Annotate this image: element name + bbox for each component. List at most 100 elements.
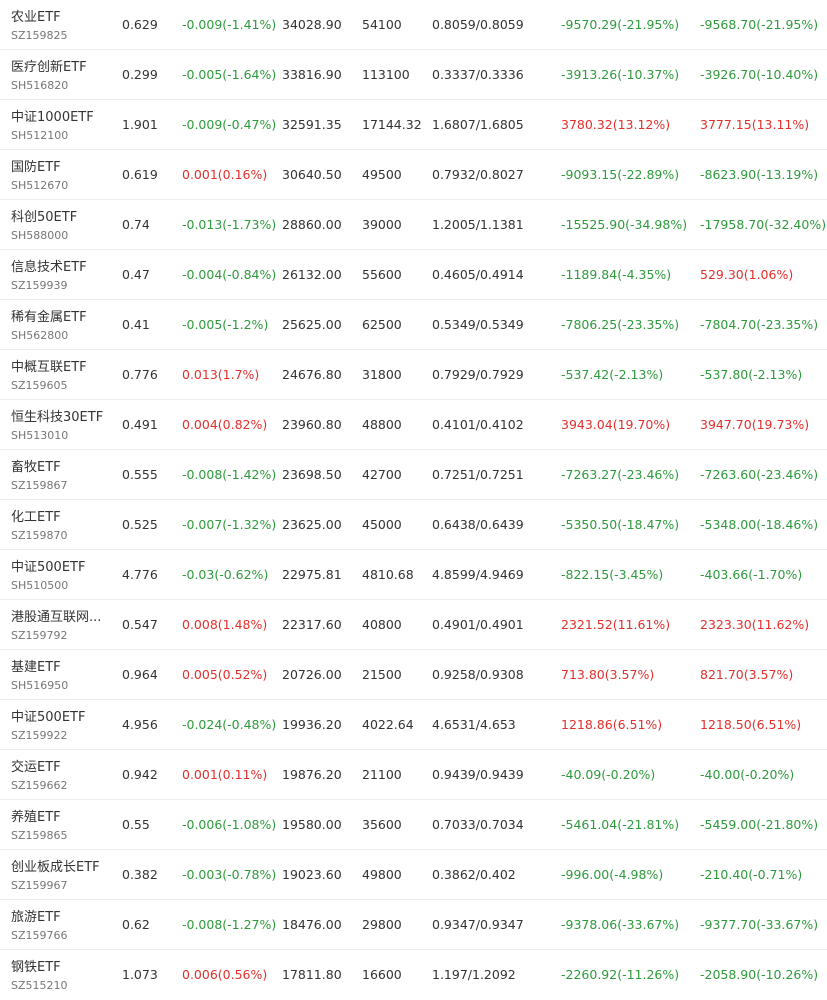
- fund-name[interactable]: 国防ETF: [11, 156, 61, 175]
- table-row[interactable]: 中概互联ETF SZ159605 0.776 0.013(1.7%) 24676.80 3…: [0, 350, 827, 400]
- fund-name-cell[interactable]: 中证500ETF SH510500: [11, 550, 111, 599]
- table-row[interactable]: 信息技术ETF SZ159939 0.47 -0.004(-0.84%) 26132.0…: [0, 250, 827, 300]
- price-cell: 0.942: [122, 767, 158, 782]
- market-value-cell: 19580.00: [282, 817, 342, 832]
- cost-cell: 0.9439/0.9439: [432, 767, 524, 782]
- table-row[interactable]: 交运ETF SZ159662 0.942 0.001(0.11%) 19876.20 21…: [0, 750, 827, 800]
- quantity-cell: 113100: [362, 67, 410, 82]
- fund-code: SH513010: [11, 429, 69, 442]
- cost-cell: 0.3862/0.402: [432, 867, 516, 882]
- table-row[interactable]: 基建ETF SH516950 0.964 0.005(0.52%) 20726.00 21…: [0, 650, 827, 700]
- fund-name-cell[interactable]: 中证500ETF SZ159922: [11, 700, 111, 749]
- table-row[interactable]: 创业板成长ETF SZ159967 0.382 -0.003(-0.78%) 19023…: [0, 850, 827, 900]
- fund-name[interactable]: 科创50ETF: [11, 206, 77, 225]
- fund-name[interactable]: 信息技术ETF: [11, 256, 87, 275]
- quantity-cell: 42700: [362, 467, 402, 482]
- table-row[interactable]: 畜牧ETF SZ159867 0.555 -0.008(-1.42%) 23698.50…: [0, 450, 827, 500]
- table-row[interactable]: 科创50ETF SH588000 0.74 -0.013(-1.73%) 28860.0…: [0, 200, 827, 250]
- fund-name[interactable]: 基建ETF: [11, 656, 61, 675]
- change-cell: 0.001(0.16%): [182, 167, 268, 182]
- fund-name-cell[interactable]: 医疗创新ETF SH516820: [11, 50, 111, 99]
- quantity-cell: 4022.64: [362, 717, 414, 732]
- fund-name[interactable]: 恒生科技30ETF: [11, 406, 103, 425]
- fund-name-cell[interactable]: 旅游ETF SZ159766: [11, 900, 111, 949]
- profit-loss-alt-cell: -3926.70(-10.40%): [700, 67, 819, 82]
- table-row[interactable]: 中证1000ETF SH512100 1.901 -0.009(-0.47%) 3259…: [0, 100, 827, 150]
- fund-name[interactable]: 创业板成长ETF: [11, 856, 100, 875]
- profit-loss-alt-cell: 821.70(3.57%): [700, 667, 794, 682]
- fund-name-cell[interactable]: 创业板成长ETF SZ159967: [11, 850, 111, 899]
- fund-name[interactable]: 港股通互联网...: [11, 606, 101, 625]
- fund-code: SH562800: [11, 329, 69, 342]
- price-cell: 0.74: [122, 217, 150, 232]
- fund-name[interactable]: 交运ETF: [11, 756, 61, 775]
- change-cell: -0.03(-0.62%): [182, 567, 269, 582]
- fund-code: SZ159867: [11, 479, 68, 492]
- profit-loss-cell: -5461.04(-21.81%): [561, 817, 680, 832]
- fund-name-cell[interactable]: 科创50ETF SH588000: [11, 200, 111, 249]
- price-cell: 0.776: [122, 367, 158, 382]
- quantity-cell: 39000: [362, 217, 402, 232]
- fund-name[interactable]: 中证500ETF: [11, 556, 85, 575]
- fund-name-cell[interactable]: 农业ETF SZ159825: [11, 0, 111, 49]
- market-value-cell: 22317.60: [282, 617, 342, 632]
- fund-name-cell[interactable]: 基建ETF SH516950: [11, 650, 111, 699]
- price-cell: 0.619: [122, 167, 158, 182]
- change-cell: -0.008(-1.42%): [182, 467, 277, 482]
- fund-code: SZ515210: [11, 979, 68, 992]
- cost-cell: 0.4605/0.4914: [432, 267, 524, 282]
- table-row[interactable]: 中证500ETF SH510500 4.776 -0.03(-0.62%) 22975.…: [0, 550, 827, 600]
- profit-loss-cell: -822.15(-3.45%): [561, 567, 664, 582]
- fund-name-cell[interactable]: 国防ETF SH512670: [11, 150, 111, 199]
- fund-name[interactable]: 农业ETF: [11, 6, 61, 25]
- table-row[interactable]: 国防ETF SH512670 0.619 0.001(0.16%) 30640.50 49…: [0, 150, 827, 200]
- quantity-cell: 21100: [362, 767, 402, 782]
- table-row[interactable]: 医疗创新ETF SH516820 0.299 -0.005(-1.64%) 33816.…: [0, 50, 827, 100]
- change-cell: -0.005(-1.64%): [182, 67, 277, 82]
- price-cell: 0.55: [122, 817, 150, 832]
- table-row[interactable]: 化工ETF SZ159870 0.525 -0.007(-1.32%) 23625.00…: [0, 500, 827, 550]
- profit-loss-alt-cell: 529.30(1.06%): [700, 267, 794, 282]
- fund-name-cell[interactable]: 养殖ETF SZ159865: [11, 800, 111, 849]
- fund-name[interactable]: 中概互联ETF: [11, 356, 87, 375]
- fund-name[interactable]: 旅游ETF: [11, 906, 61, 925]
- market-value-cell: 24676.80: [282, 367, 342, 382]
- fund-name[interactable]: 化工ETF: [11, 506, 61, 525]
- table-row[interactable]: 旅游ETF SZ159766 0.62 -0.008(-1.27%) 18476.00 2…: [0, 900, 827, 950]
- fund-name-cell[interactable]: 恒生科技30ETF SH513010: [11, 400, 111, 449]
- fund-name-cell[interactable]: 化工ETF SZ159870: [11, 500, 111, 549]
- fund-name[interactable]: 医疗创新ETF: [11, 56, 87, 75]
- fund-code: SH516950: [11, 679, 69, 692]
- profit-loss-cell: 1218.86(6.51%): [561, 717, 663, 732]
- fund-name[interactable]: 稀有金属ETF: [11, 306, 87, 325]
- fund-name-cell[interactable]: 交运ETF SZ159662: [11, 750, 111, 799]
- table-row[interactable]: 港股通互联网... SZ159792 0.547 0.008(1.48%) 22317.…: [0, 600, 827, 650]
- fund-name[interactable]: 养殖ETF: [11, 806, 61, 825]
- cost-cell: 0.3337/0.3336: [432, 67, 524, 82]
- profit-loss-alt-cell: -210.40(-0.71%): [700, 867, 803, 882]
- fund-name-cell[interactable]: 信息技术ETF SZ159939: [11, 250, 111, 299]
- fund-code: SH512100: [11, 129, 69, 142]
- profit-loss-cell: -996.00(-4.98%): [561, 867, 664, 882]
- table-row[interactable]: 农业ETF SZ159825 0.629 -0.009(-1.41%) 34028.90…: [0, 0, 827, 50]
- fund-name-cell[interactable]: 港股通互联网... SZ159792: [11, 600, 111, 649]
- table-row[interactable]: 养殖ETF SZ159865 0.55 -0.006(-1.08%) 19580.00 3…: [0, 800, 827, 850]
- table-row[interactable]: 中证500ETF SZ159922 4.956 -0.024(-0.48%) 19936…: [0, 700, 827, 750]
- fund-name[interactable]: 中证500ETF: [11, 706, 85, 725]
- fund-name-cell[interactable]: 钢铁ETF SZ515210: [11, 950, 111, 999]
- table-row[interactable]: 稀有金属ETF SH562800 0.41 -0.005(-1.2%) 25625.00…: [0, 300, 827, 350]
- fund-name[interactable]: 中证1000ETF: [11, 106, 94, 125]
- fund-name[interactable]: 畜牧ETF: [11, 456, 61, 475]
- table-row[interactable]: 恒生科技30ETF SH513010 0.491 0.004(0.82%) 23960.…: [0, 400, 827, 450]
- fund-name-cell[interactable]: 畜牧ETF SZ159867: [11, 450, 111, 499]
- market-value-cell: 19023.60: [282, 867, 342, 882]
- change-cell: -0.006(-1.08%): [182, 817, 277, 832]
- fund-name-cell[interactable]: 中概互联ETF SZ159605: [11, 350, 111, 399]
- profit-loss-cell: -537.42(-2.13%): [561, 367, 664, 382]
- cost-cell: 0.9347/0.9347: [432, 917, 524, 932]
- change-cell: -0.009(-1.41%): [182, 17, 277, 32]
- fund-name-cell[interactable]: 稀有金属ETF SH562800: [11, 300, 111, 349]
- fund-name[interactable]: 钢铁ETF: [11, 956, 61, 975]
- table-row[interactable]: 钢铁ETF SZ515210 1.073 0.006(0.56%) 17811.80 16…: [0, 950, 827, 1000]
- fund-name-cell[interactable]: 中证1000ETF SH512100: [11, 100, 111, 149]
